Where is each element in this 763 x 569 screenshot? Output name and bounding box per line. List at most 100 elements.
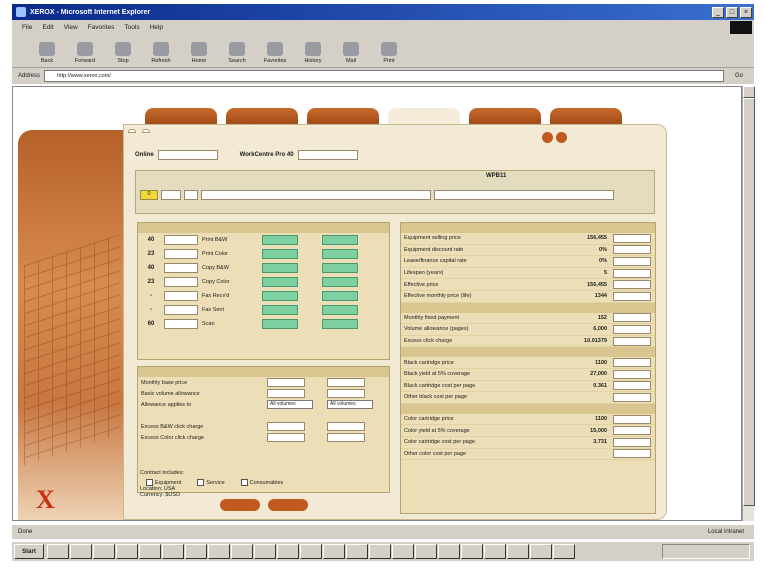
taskbar-item[interactable] — [346, 544, 368, 559]
financials-input[interactable] — [613, 392, 651, 402]
financials-input[interactable] — [613, 268, 651, 278]
volume-input[interactable] — [164, 263, 198, 273]
sub-tab-2[interactable] — [142, 129, 150, 133]
taskbar-item[interactable] — [47, 544, 69, 559]
customer-field[interactable] — [157, 150, 218, 160]
equipment-checkbox[interactable]: Equipment — [146, 479, 181, 486]
taskbar-item[interactable] — [507, 544, 529, 559]
service-checkbox[interactable]: Service — [197, 479, 225, 486]
financials-input[interactable] — [613, 313, 651, 323]
volume-cell[interactable] — [262, 235, 298, 245]
cost-input[interactable] — [267, 389, 305, 398]
vertical-scrollbar[interactable] — [742, 86, 755, 521]
tab-6[interactable] — [550, 108, 622, 124]
volume-input[interactable] — [164, 277, 198, 287]
taskbar-item[interactable] — [185, 544, 207, 559]
scroll-up-arrow-icon[interactable] — [743, 86, 755, 98]
taskbar-item[interactable] — [208, 544, 230, 559]
taskbar-item[interactable] — [530, 544, 552, 559]
back-button[interactable]: Back — [30, 42, 64, 64]
config-code-field[interactable]: 0 — [140, 190, 158, 200]
volume-cell[interactable] — [262, 263, 298, 273]
volume-input[interactable] — [164, 249, 198, 259]
cost-input[interactable] — [267, 422, 305, 431]
search-button[interactable]: Search — [220, 42, 254, 64]
taskbar-item[interactable] — [300, 544, 322, 559]
volume-cell[interactable] — [262, 319, 298, 329]
volume-cell[interactable] — [262, 291, 298, 301]
taskbar-item[interactable] — [369, 544, 391, 559]
taskbar-item[interactable] — [93, 544, 115, 559]
start-button[interactable]: Start — [14, 544, 44, 559]
volume-input[interactable] — [164, 235, 198, 245]
allowance-select[interactable]: All volumes — [267, 400, 313, 409]
cost-input[interactable] — [327, 378, 365, 387]
menu-help[interactable]: Help — [150, 24, 163, 31]
taskbar-item[interactable] — [162, 544, 184, 559]
financials-input[interactable] — [613, 280, 651, 290]
taskbar-item[interactable] — [553, 544, 575, 559]
financials-input[interactable] — [613, 324, 651, 334]
taskbar-item[interactable] — [484, 544, 506, 559]
forward-button[interactable]: Forward — [68, 42, 102, 64]
volume-cell[interactable] — [322, 263, 358, 273]
volume-input[interactable] — [164, 291, 198, 301]
taskbar-item[interactable] — [254, 544, 276, 559]
mail-button[interactable]: Mail — [334, 42, 368, 64]
menu-file[interactable]: File — [22, 24, 32, 31]
menu-edit[interactable]: Edit — [42, 24, 53, 31]
taskbar-item[interactable] — [70, 544, 92, 559]
consumables-checkbox[interactable]: Consumables — [240, 479, 283, 486]
print-button[interactable]: Print — [372, 42, 406, 64]
financials-input[interactable] — [613, 449, 651, 459]
prev-page-button[interactable] — [542, 132, 553, 143]
config-field-3[interactable] — [184, 190, 198, 200]
menu-view[interactable]: View — [64, 24, 78, 31]
allowance-select[interactable]: All volumes — [327, 400, 373, 409]
volume-cell[interactable] — [322, 305, 358, 315]
refresh-button[interactable]: Refresh — [144, 42, 178, 64]
taskbar-item[interactable] — [323, 544, 345, 559]
financials-input[interactable] — [613, 256, 651, 266]
minimize-button[interactable]: _ — [712, 6, 724, 18]
stop-button[interactable]: Stop — [106, 42, 140, 64]
model-field[interactable] — [297, 150, 358, 160]
taskbar-item[interactable] — [231, 544, 253, 559]
tab-5[interactable] — [469, 108, 541, 124]
action-button-2[interactable] — [268, 499, 308, 511]
financials-input[interactable] — [613, 381, 651, 391]
volume-cell[interactable] — [322, 291, 358, 301]
taskbar-item[interactable] — [461, 544, 483, 559]
financials-input[interactable] — [613, 426, 651, 436]
taskbar-item[interactable] — [277, 544, 299, 559]
taskbar-item[interactable] — [139, 544, 161, 559]
favorites-button[interactable]: Favorites — [258, 42, 292, 64]
financials-input[interactable] — [613, 233, 651, 243]
taskbar-item[interactable] — [415, 544, 437, 559]
cost-input[interactable] — [267, 378, 305, 387]
volume-cell[interactable] — [262, 277, 298, 287]
scroll-thumb[interactable] — [743, 98, 755, 506]
next-page-button[interactable] — [556, 132, 567, 143]
history-button[interactable]: History — [296, 42, 330, 64]
menu-tools[interactable]: Tools — [124, 24, 139, 31]
volume-cell[interactable] — [322, 319, 358, 329]
tab-3[interactable] — [307, 108, 379, 124]
cost-input[interactable] — [327, 389, 365, 398]
config-description-field[interactable] — [201, 190, 431, 200]
sub-tab-1[interactable] — [128, 129, 136, 133]
menu-favorites[interactable]: Favorites — [88, 24, 115, 31]
cost-input[interactable] — [267, 433, 305, 442]
action-button-1[interactable] — [220, 499, 260, 511]
volume-cell[interactable] — [322, 235, 358, 245]
go-button[interactable]: Go — [724, 73, 754, 79]
volume-cell[interactable] — [262, 249, 298, 259]
taskbar-item[interactable] — [116, 544, 138, 559]
financials-input[interactable] — [613, 336, 651, 346]
tab-2[interactable] — [226, 108, 298, 124]
tab-1[interactable] — [145, 108, 217, 124]
home-button[interactable]: Home — [182, 42, 216, 64]
volume-cell[interactable] — [322, 277, 358, 287]
config-select[interactable] — [434, 190, 614, 200]
volume-cell[interactable] — [322, 249, 358, 259]
